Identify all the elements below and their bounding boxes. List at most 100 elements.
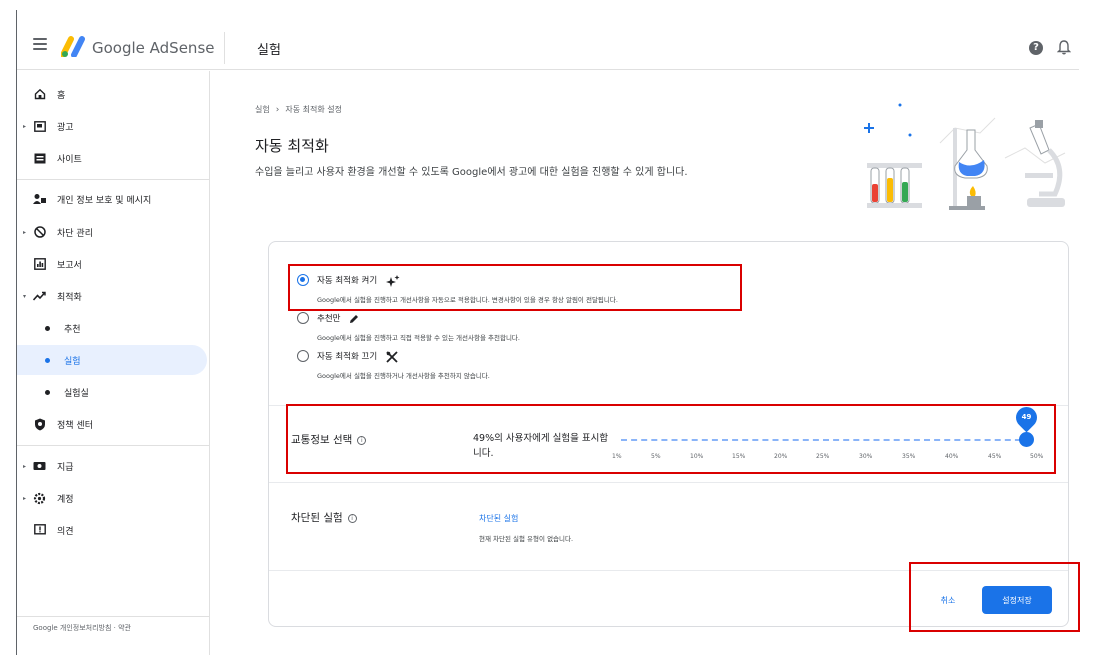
sidebar-item-feedback[interactable]: 의견 <box>17 515 207 545</box>
sidebar-item-labs[interactable]: 실험실 <box>17 377 207 407</box>
home-icon <box>33 88 46 101</box>
sidebar-item-label: 정책 센터 <box>57 420 93 431</box>
chevron-right-icon: › <box>275 104 280 115</box>
save-settings-button[interactable]: 설정저장 <box>982 586 1052 614</box>
bullet-dot <box>45 325 50 331</box>
sidebar-item-label: 광고 <box>57 122 74 133</box>
sidebar-item-payments[interactable]: ▸ 지급 <box>17 451 207 481</box>
info-icon[interactable]: i <box>347 513 357 523</box>
traffic-slider[interactable]: 49 1% 5% 10% 15% 20% 25% 30% 35% 40% 45%… <box>612 402 1049 462</box>
bullet-dot <box>45 389 50 395</box>
sidebar-item-label: 홈 <box>57 90 66 101</box>
policy-shield-icon <box>33 418 46 431</box>
feedback-icon <box>33 524 46 537</box>
sidebar-item-label: 실험 <box>64 356 81 367</box>
card-divider <box>269 482 1068 483</box>
slider-track[interactable] <box>621 439 1031 441</box>
expand-caret-icon[interactable]: ▸ <box>23 229 26 236</box>
optimization-icon <box>33 290 46 303</box>
expand-caret-icon[interactable]: ▸ <box>23 495 26 502</box>
expand-caret-icon[interactable]: ▸ <box>23 463 26 470</box>
slider-value-label: 49 <box>1021 413 1032 421</box>
pencil-icon <box>350 314 359 323</box>
traffic-allocation-label: 교통정보 선택 i <box>291 432 367 447</box>
sidebar-item-account[interactable]: ▸ 계정 <box>17 483 207 513</box>
sidebar-nav: 홈 ▸ 광고 사이트 개인 정보 보호 및 메시지 ▸ 차단 관리 보고서 ▾ <box>17 71 210 655</box>
radio-button[interactable] <box>297 312 309 324</box>
page-section-title: 실험 <box>257 43 281 58</box>
top-app-bar: Google AdSense 실험 ? <box>17 26 1079 70</box>
slider-thumb[interactable] <box>1019 432 1034 447</box>
radio-button-selected[interactable] <box>297 274 309 286</box>
sidebar-item-ads[interactable]: ▸ 광고 <box>17 111 207 141</box>
slider-tick-label: 20% <box>774 453 788 460</box>
sidebar-item-recommendations[interactable]: 추천 <box>17 313 207 343</box>
collapse-caret-icon[interactable]: ▾ <box>23 293 26 300</box>
header-divider <box>224 32 225 64</box>
slider-tick-label: 25% <box>816 453 830 460</box>
sidebar-item-label: 실험실 <box>64 388 89 399</box>
cancel-button[interactable]: 취소 <box>928 587 968 613</box>
sites-icon <box>33 152 46 165</box>
sidebar-item-experiments[interactable]: 실험 <box>17 345 207 375</box>
slider-tick-label: 40% <box>945 453 959 460</box>
blocked-experiments-label: 차단된 실험 i <box>291 510 357 525</box>
privacy-messaging-icon <box>33 193 46 206</box>
blocked-experiments-description: 현재 차단된 실험 유형이 없습니다. <box>479 535 574 543</box>
bullet-dot <box>45 357 50 363</box>
sidebar-divider <box>17 179 209 180</box>
sidebar-item-policy-center[interactable]: 정책 센터 <box>17 409 207 439</box>
slider-tick-label: 1% <box>612 453 622 460</box>
blocked-experiments-link[interactable]: 차단된 실험 <box>479 513 518 524</box>
card-divider <box>269 405 1068 406</box>
expand-caret-icon[interactable]: ▸ <box>23 123 26 130</box>
radio-button[interactable] <box>297 350 309 362</box>
option-description: Google에서 실험을 진행하고 직접 적용할 수 있는 개선사항을 추천합니… <box>317 334 520 342</box>
settings-card: 자동 최적화 켜기 Google에서 실험을 진행하고 개선사항을 자동으로 적… <box>268 241 1069 627</box>
option-description: Google에서 실험을 진행하거나 개선사항을 추천하지 않습니다. <box>317 372 490 380</box>
page-title: 자동 최적화 <box>255 137 329 155</box>
card-divider <box>269 570 1068 571</box>
slider-tick-label: 10% <box>690 453 704 460</box>
settings-gear-icon <box>33 492 46 505</box>
sparkle-icon <box>385 274 400 287</box>
sidebar-item-label: 개인 정보 보호 및 메시지 <box>57 195 152 206</box>
slider-tick-label: 15% <box>732 453 746 460</box>
sidebar-item-home[interactable]: 홈 <box>17 79 207 109</box>
sidebar-item-privacy-messaging[interactable]: 개인 정보 보호 및 메시지 <box>17 184 207 214</box>
sidebar-divider <box>17 445 209 446</box>
menu-icon[interactable] <box>33 38 47 50</box>
ads-icon <box>33 120 46 133</box>
sidebar-item-label: 최적화 <box>57 292 82 303</box>
block-icon <box>33 226 46 239</box>
notifications-icon[interactable] <box>1057 39 1071 55</box>
sidebar-item-label: 사이트 <box>57 154 82 165</box>
breadcrumb: 실험 › 자동 최적화 설정 <box>255 104 342 115</box>
adsense-logo <box>61 36 85 57</box>
sidebar-footer-links[interactable]: Google 개인정보처리방침 · 약관 <box>33 623 131 633</box>
traffic-allocation-text: 49%의 사용자에게 실험을 표시합니다. <box>473 433 609 459</box>
slider-tick-label: 5% <box>651 453 661 460</box>
brand-name: Google AdSense <box>92 39 215 57</box>
sidebar-item-label: 의견 <box>57 526 74 537</box>
option-label: 자동 최적화 끄기 <box>317 350 398 363</box>
sidebar-item-label: 보고서 <box>57 260 82 271</box>
option-label: 자동 최적화 켜기 <box>317 274 400 287</box>
breadcrumb-parent-link[interactable]: 실험 <box>255 104 270 115</box>
help-icon[interactable]: ? <box>1029 41 1043 55</box>
info-icon[interactable]: i <box>357 435 367 445</box>
slider-tick-label: 45% <box>988 453 1002 460</box>
sidebar-item-label: 추천 <box>64 324 81 335</box>
sidebar-item-optimization[interactable]: ▾ 최적화 <box>17 281 207 311</box>
sidebar-item-label: 차단 관리 <box>57 228 93 239</box>
payments-icon <box>33 460 46 473</box>
sidebar-item-blocking-controls[interactable]: ▸ 차단 관리 <box>17 217 207 247</box>
slider-tick-label: 30% <box>859 453 873 460</box>
sidebar-item-label: 계정 <box>57 494 74 505</box>
sidebar-item-sites[interactable]: 사이트 <box>17 143 207 173</box>
app-frame: Google AdSense 실험 ? 홈 ▸ 광고 사이트 개인 정보 보호 … <box>0 0 1094 655</box>
sidebar-item-reports[interactable]: 보고서 <box>17 249 207 279</box>
tools-off-icon <box>386 350 398 363</box>
slider-tick-label: 50% <box>1030 453 1044 460</box>
breadcrumb-current: 자동 최적화 설정 <box>285 105 342 114</box>
